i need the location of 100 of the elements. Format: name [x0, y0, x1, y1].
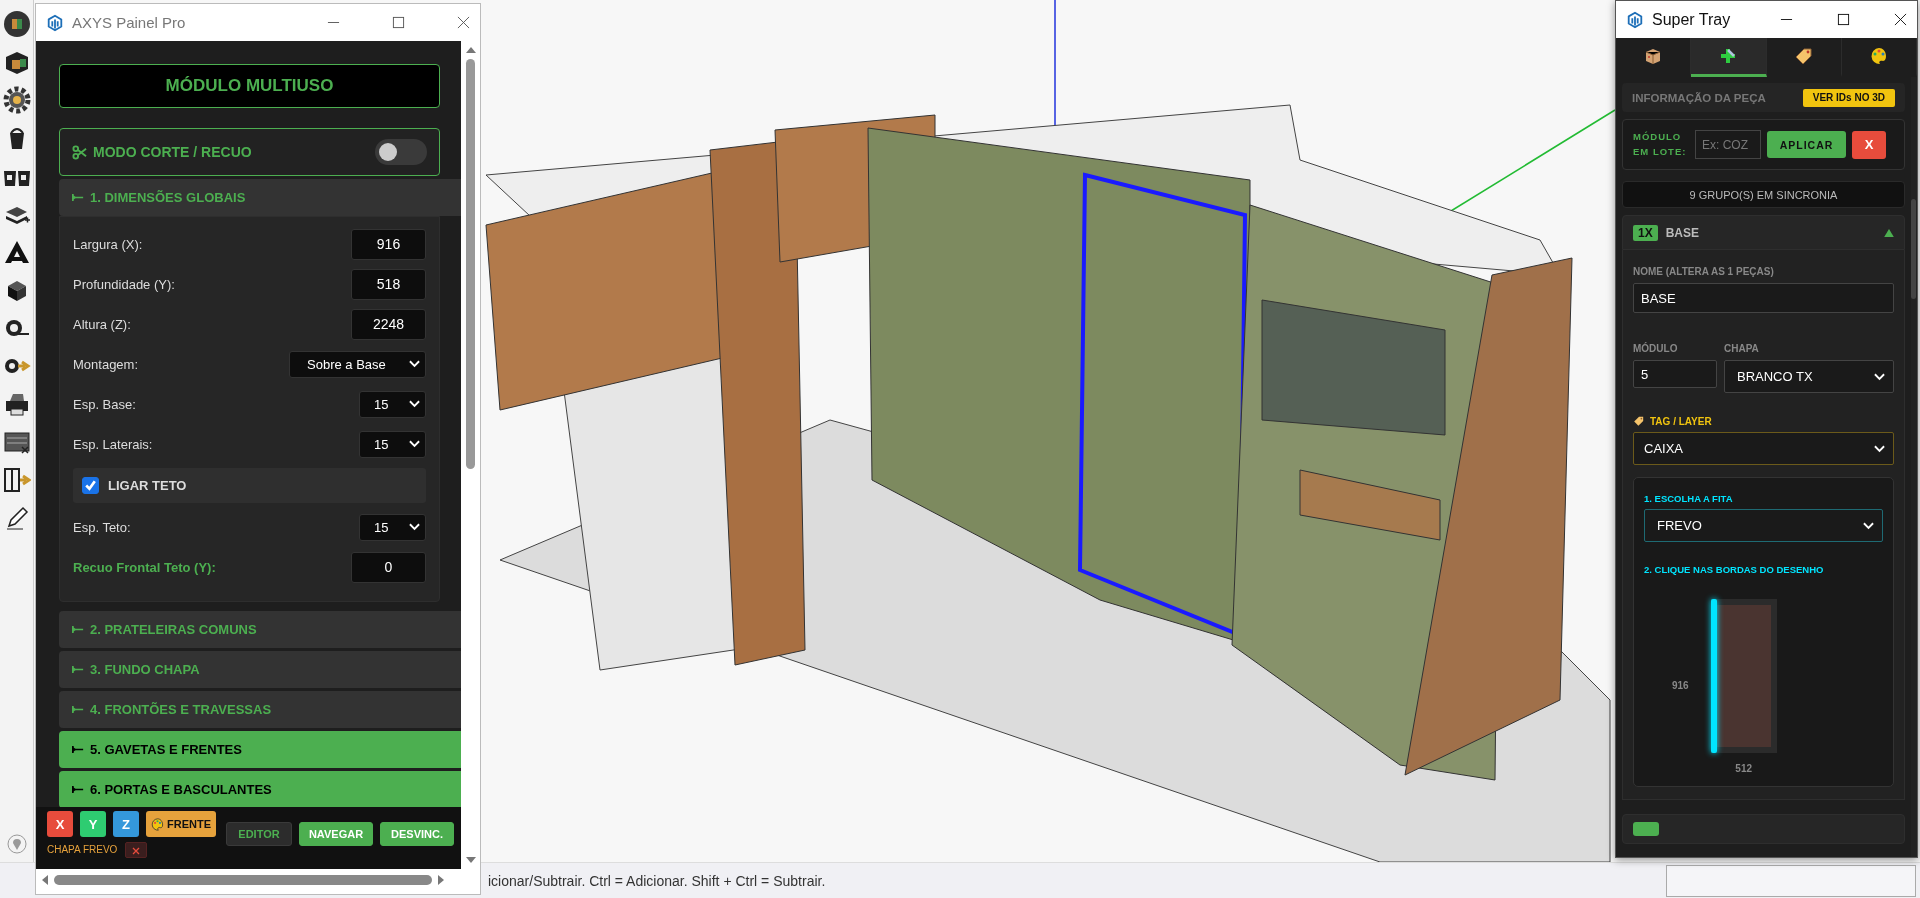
field-label: Montagem: [73, 356, 139, 372]
scroll-down-icon[interactable] [465, 857, 476, 863]
field-label: Altura (Z): [73, 316, 131, 332]
logo-icon [46, 13, 64, 32]
door-arrow-icon[interactable] [2, 466, 31, 494]
logo-icon [1626, 10, 1644, 29]
scroll-left-icon[interactable] [42, 875, 48, 885]
chevron-down-icon [409, 523, 420, 531]
section-header[interactable]: 3. FUNDO CHAPA [59, 651, 461, 688]
field-label: NOME (ALTERA AS 1 PEÇAS) [1633, 266, 1775, 277]
scroll-up-icon[interactable] [465, 47, 476, 53]
checkbox[interactable] [82, 477, 99, 494]
dropdown[interactable]: 15 [359, 390, 426, 418]
pin-arrow-icon [72, 705, 84, 714]
panel-edge[interactable] [1710, 599, 1717, 753]
dropdown[interactable]: 15 [359, 513, 426, 541]
window-title: Super Tray [1652, 10, 1732, 29]
axis-button[interactable]: X [47, 811, 73, 837]
section-header[interactable]: 6. PORTAS E BASCULANTES [59, 771, 461, 807]
width-dimension: 512 [1735, 763, 1753, 774]
chevron-down-icon [409, 400, 420, 408]
chevron-down-icon [1863, 521, 1874, 530]
apply-button[interactable]: APLICAR [1767, 131, 1846, 158]
scissors-icon [72, 144, 87, 160]
remove-button[interactable] [125, 842, 148, 858]
tag-icon [1793, 46, 1814, 66]
toggle-switch[interactable] [375, 139, 427, 165]
pin-arrow-icon [72, 745, 84, 754]
field-label: Esp. Teto: [73, 519, 131, 535]
chevron-down-icon [409, 360, 420, 368]
step-label: 1. ESCOLHA A FITA [1644, 493, 1734, 504]
info-title: INFORMAÇÃO DA PEÇA [1632, 91, 1766, 104]
pin-arrow-icon [72, 193, 84, 202]
window-title: AXYS Painel Pro [72, 14, 187, 31]
scroll-thumb[interactable] [54, 875, 432, 885]
close-icon[interactable] [1894, 13, 1907, 26]
field-label: CHAPA [1724, 343, 1760, 354]
dropdown[interactable]: 15 [359, 430, 426, 458]
module-title: MÓDULO MULTIUSO [59, 64, 440, 108]
height-dimension: 916 [1672, 680, 1689, 691]
field-label: TAG / LAYER [1650, 415, 1712, 427]
pin-arrow-icon [72, 665, 84, 674]
field-label: Esp. Base: [73, 396, 136, 412]
module-input[interactable]: 5 [1633, 360, 1717, 388]
count-badge: 1X [1633, 224, 1658, 241]
scroll-right-icon[interactable] [438, 875, 444, 885]
section-header[interactable]: 4. FRONTÕES E TRAVESSAS [59, 691, 461, 728]
mode-button[interactable]: EDITOR [226, 822, 292, 846]
cancel-button[interactable]: X [1852, 130, 1886, 159]
show-ids-button[interactable]: VER IDs NO 3D [1802, 88, 1895, 107]
close-icon [131, 846, 142, 856]
field-label: Profundidade (Y): [73, 276, 175, 292]
field-label: MÓDULO [1633, 343, 1679, 354]
group-header[interactable] [1622, 814, 1905, 844]
number-input[interactable]: 2248 [351, 308, 426, 340]
field-label: Largura (X): [73, 236, 143, 252]
group-title: BASE [1665, 225, 1701, 240]
number-input[interactable]: 518 [351, 268, 426, 300]
group-header[interactable]: 1X BASE [1622, 215, 1905, 250]
close-icon[interactable] [457, 16, 470, 29]
number-input[interactable]: 916 [351, 228, 426, 260]
gear-icon[interactable] [2, 86, 31, 114]
number-input[interactable]: 0 [351, 551, 426, 583]
palette-icon [151, 817, 164, 831]
tag-dropdown[interactable]: CAIXA [1633, 432, 1894, 465]
batch-input[interactable]: Ex: COZ [1695, 130, 1761, 159]
palette-icon [1868, 46, 1889, 66]
section-header[interactable]: 1. DIMENSÕES GLOBAIS [59, 179, 461, 216]
field-label: Recuo Frontal Teto (Y): [73, 559, 216, 575]
maximize-icon[interactable] [392, 16, 405, 29]
field-label: Esp. Laterais: [73, 436, 153, 452]
vertical-scrollbar[interactable] [1911, 77, 1917, 857]
checkbox-label: LIGAR TETO [108, 478, 187, 493]
scroll-thumb[interactable] [1911, 199, 1916, 299]
dropdown[interactable]: Sobre a Base [289, 350, 426, 378]
active-tape-label: CHAPA FREVO [47, 843, 118, 857]
section-header[interactable]: 5. GAVETAS E FRENTES [59, 731, 461, 768]
3d-scene-drawing[interactable] [485, 0, 1616, 862]
front-button[interactable]: FRENTE [146, 811, 216, 837]
pin-arrow-icon [72, 625, 84, 634]
section-header[interactable]: 2. PRATELEIRAS COMUNS [59, 611, 461, 648]
sphere-icon[interactable] [2, 10, 31, 38]
chevron-down-icon [1874, 444, 1885, 453]
sync-status: 9 GRUPO(S) EM SINCRONIA [1622, 181, 1905, 208]
scroll-thumb[interactable] [466, 59, 475, 469]
maximize-icon[interactable] [1837, 13, 1850, 26]
step-label: 2. CLIQUE NAS BORDAS DO DESENHO [1644, 564, 1825, 575]
tape-dropdown[interactable]: FREVO [1644, 509, 1883, 542]
chevron-down-icon [1874, 372, 1885, 381]
pin-arrow-icon [72, 785, 84, 794]
cut-mode-label: MODO CORTE / RECUO [93, 144, 253, 160]
chapa-dropdown[interactable]: BRANCO TX [1724, 360, 1894, 393]
tag-icon [1633, 415, 1645, 427]
measurements-field[interactable] [1666, 865, 1916, 897]
tab[interactable] [1691, 38, 1767, 77]
name-input[interactable]: BASE [1633, 283, 1894, 313]
chevron-down-icon [409, 440, 420, 448]
batch-label: MÓDULO EM LOTE: [1633, 130, 1688, 159]
status-hint: icionar/Subtrair. Ctrl = Adicionar. Shift + Ctrl = Subtrair. [488, 873, 826, 889]
location-pin-icon[interactable] [6, 834, 27, 854]
